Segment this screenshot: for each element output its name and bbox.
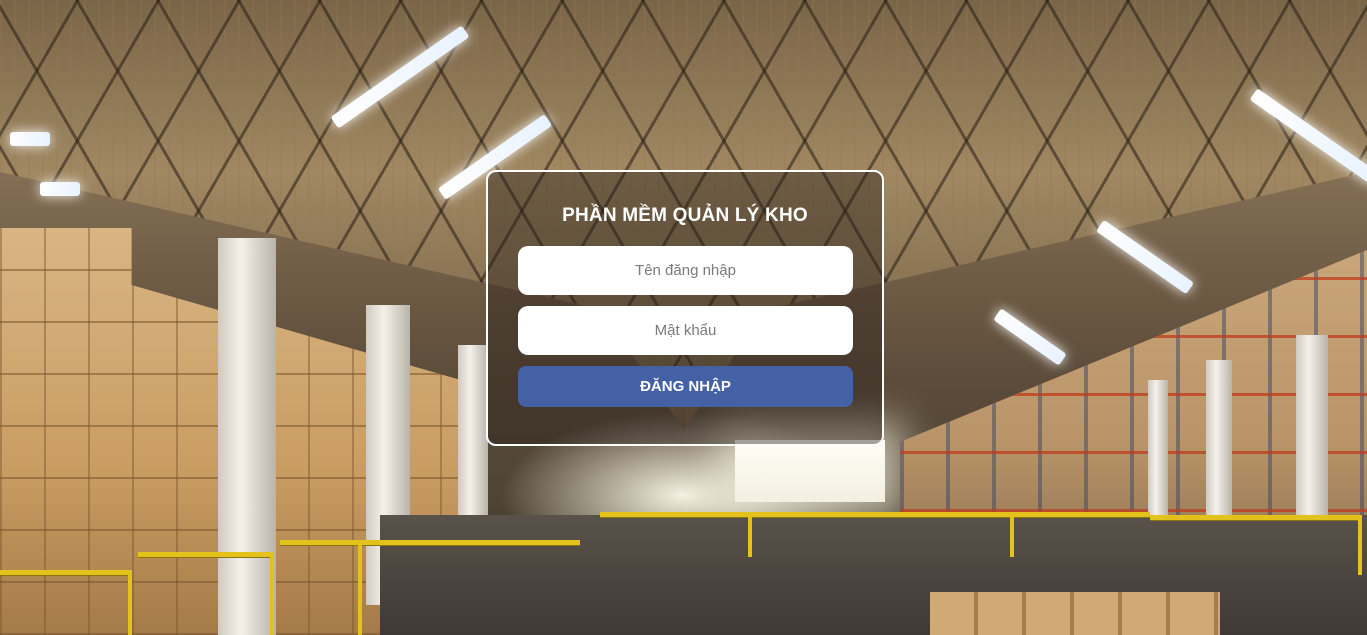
skylight (40, 182, 80, 196)
far-end-window (735, 440, 885, 502)
railing-post (358, 540, 362, 635)
username-input[interactable] (518, 246, 853, 295)
railing-post (128, 570, 132, 635)
skylight (10, 132, 50, 146)
yellow-railing (280, 540, 580, 545)
railing-post (1010, 512, 1014, 557)
login-button[interactable]: ĐĂNG NHẬP (518, 366, 853, 407)
yellow-railing (0, 570, 130, 575)
password-input[interactable] (518, 306, 853, 355)
railing-post (748, 512, 752, 557)
yellow-railing (138, 552, 273, 557)
skylight (1095, 219, 1195, 295)
login-card: PHẦN MỀM QUẢN LÝ KHO ĐĂNG NHẬP (486, 170, 884, 446)
yellow-railing (1150, 515, 1360, 520)
pillar (218, 238, 276, 635)
pallet-boxes (930, 592, 1220, 635)
yellow-railing (600, 512, 1150, 517)
railing-post (270, 552, 274, 635)
skylight (993, 308, 1067, 366)
login-title: PHẦN MỀM QUẢN LÝ KHO (562, 205, 808, 226)
railing-post (1358, 515, 1362, 575)
